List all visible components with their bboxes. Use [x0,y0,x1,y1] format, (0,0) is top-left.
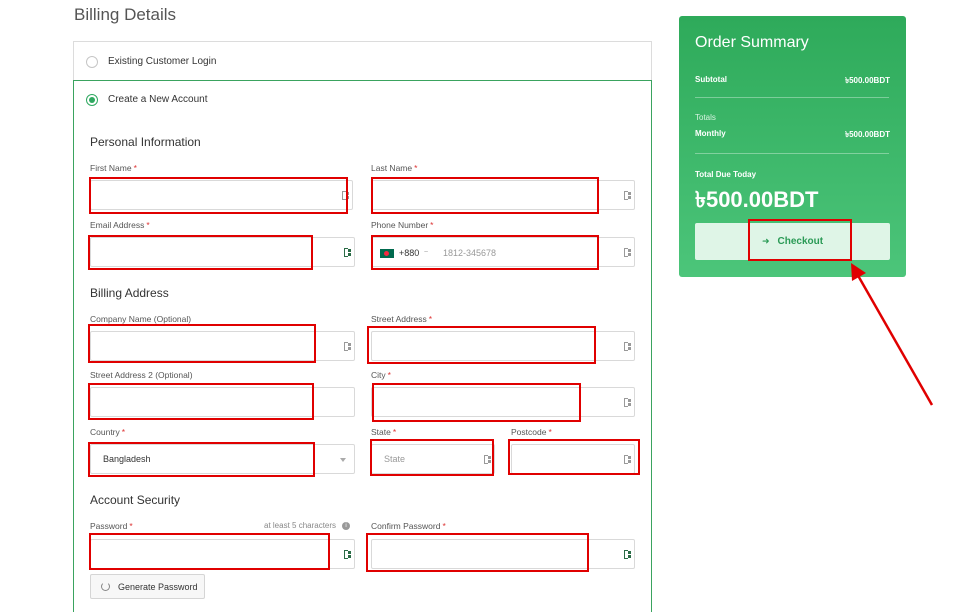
last-name-field[interactable] [371,180,635,210]
street-label: Street Address * [371,314,433,324]
billing-address-title: Billing Address [90,286,169,300]
create-account-radio[interactable] [86,94,98,106]
street2-label: Street Address 2 (Optional) [90,370,193,380]
password-hint: at least 5 characters i [264,521,351,530]
password-label: Password * [90,521,133,531]
keyboard-icon [624,191,631,201]
order-summary-title: Order Summary [695,34,809,51]
monthly-label: Monthly [695,129,726,138]
subtotal-label: Subtotal [695,75,727,84]
keyboard-icon [624,342,631,352]
summary-divider [695,153,889,154]
company-label: Company Name (Optional) [90,314,192,324]
existing-customer-radio[interactable] [86,56,98,68]
refresh-icon [101,582,110,591]
subtotal-value: ৳500.00BDT [845,76,890,85]
existing-customer-label: Existing Customer Login [108,56,217,67]
street2-field[interactable] [90,387,355,417]
first-name-field[interactable] [90,180,353,210]
state-label: State * [371,427,397,437]
keyboard-icon [344,550,351,560]
keyboard-icon [484,455,491,465]
company-field[interactable] [90,331,355,361]
phone-field[interactable]: +880 ~ 1812-345678 [371,237,635,267]
state-field[interactable]: State [371,444,495,474]
generate-password-label: Generate Password [118,581,198,592]
postcode-field[interactable] [511,444,635,474]
street-field[interactable] [371,331,635,361]
account-security-title: Account Security [90,493,181,507]
dial-code-dropdown-icon[interactable]: ~ [424,249,428,256]
confirm-password-field[interactable] [371,539,635,569]
country-value: Bangladesh [103,454,151,464]
keyboard-icon [344,248,351,258]
postcode-label: Postcode * [511,427,552,437]
existing-customer-option[interactable]: Existing Customer Login [73,41,652,81]
confirm-password-label: Confirm Password * [371,521,446,531]
email-field[interactable] [90,237,355,267]
phone-placeholder: 1812-345678 [443,248,497,258]
first-name-label: First Name * [90,163,137,173]
keyboard-icon [624,550,631,560]
bangladesh-flag-icon[interactable] [380,249,394,258]
total-due-label: Total Due Today [695,170,757,179]
keyboard-icon [624,398,631,408]
country-select[interactable]: Bangladesh [90,444,355,474]
monthly-value: ৳500.00BDT [845,130,890,139]
email-label: Email Address * [90,220,150,230]
summary-divider [695,97,889,98]
generate-password-button[interactable]: Generate Password [90,574,205,599]
phone-label: Phone Number * [371,220,434,230]
keyboard-icon [624,248,631,258]
city-label: City * [371,370,391,380]
create-account-label: Create a New Account [108,94,208,105]
totals-label: Totals [695,113,716,122]
checkout-label: Checkout [777,236,824,247]
phone-dial-code[interactable]: +880 [399,248,419,258]
info-icon: i [342,521,351,530]
checkout-button[interactable]: ➜ Checkout [695,223,890,260]
total-due-value: ৳500.00BDT [695,187,819,212]
state-placeholder: State [384,454,406,464]
city-field[interactable] [371,387,635,417]
keyboard-icon [342,191,349,201]
last-name-label: Last Name * [371,163,418,173]
page-title: Billing Details [74,5,177,24]
order-summary-panel: Order Summary Subtotal ৳500.00BDT Totals… [679,16,906,277]
keyboard-icon [344,342,351,352]
password-field[interactable] [90,539,355,569]
keyboard-icon [624,455,631,465]
annotation-arrow-line [854,271,934,406]
personal-info-title: Personal Information [90,135,201,149]
chevron-down-icon [340,458,346,462]
arrow-right-icon: ➜ [761,236,770,246]
country-label: Country * [90,427,126,437]
